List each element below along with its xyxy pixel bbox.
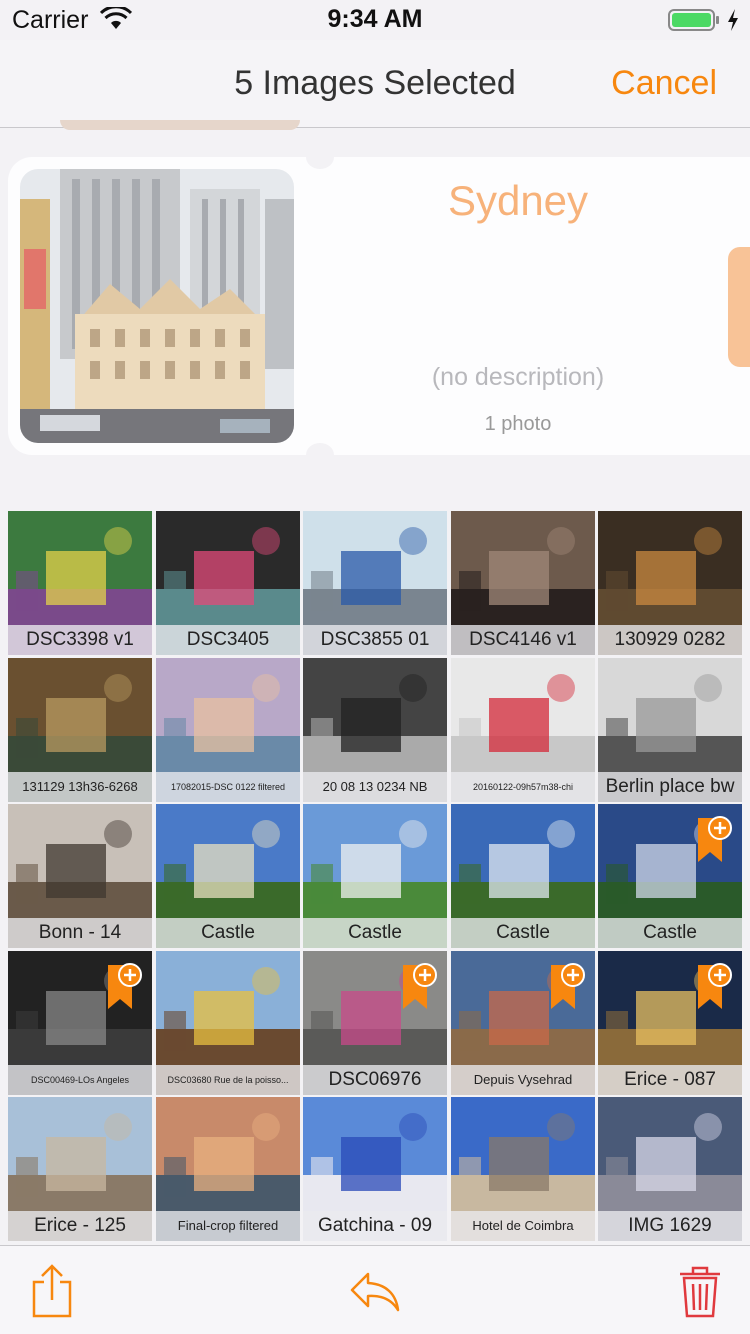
- selected-bookmark-icon: [551, 963, 585, 1009]
- photo-tile[interactable]: DSC03680 Rue de la poisso...: [156, 951, 300, 1095]
- photo-caption: 130929 0282: [598, 625, 742, 655]
- photo-caption: DSC00469-LOs Angeles: [8, 1065, 152, 1095]
- clock: 9:34 AM: [327, 5, 423, 33]
- charging-icon: [728, 9, 738, 31]
- photo-caption: 17082015-DSC 0122 filtered: [156, 772, 300, 802]
- photo-tile[interactable]: Castle: [451, 804, 595, 948]
- previous-album-card-edge: [60, 120, 300, 130]
- photo-caption: DSC06976: [303, 1065, 447, 1095]
- photo-caption: Erice - 087: [598, 1065, 742, 1095]
- album-description: (no description): [431, 363, 605, 391]
- photo-tile[interactable]: Castle: [598, 804, 742, 948]
- status-bar: Carrier 9:34 AM: [0, 0, 750, 40]
- photo-tile[interactable]: Erice - 087: [598, 951, 742, 1095]
- selected-bookmark-icon: [698, 816, 732, 862]
- album-title: Sydney: [447, 177, 589, 224]
- sydney-building-photo: [20, 169, 294, 443]
- photo-tile[interactable]: IMG 1629: [598, 1097, 742, 1241]
- photo-tile[interactable]: Gatchina - 09: [303, 1097, 447, 1241]
- photo-tile[interactable]: Berlin place bw: [598, 658, 742, 802]
- photo-caption: IMG 1629: [598, 1211, 742, 1241]
- cancel-button[interactable]: Cancel: [611, 64, 717, 103]
- photo-caption: Hotel de Coimbra: [451, 1211, 595, 1241]
- photo-caption: Castle: [156, 918, 300, 948]
- photo-caption: 20 08 13 0234 NB: [303, 772, 447, 802]
- photo-tile[interactable]: DSC3398 v1: [8, 511, 152, 655]
- photo-tile[interactable]: Depuis Vysehrad: [451, 951, 595, 1095]
- photo-tile[interactable]: Erice - 125: [8, 1097, 152, 1241]
- card-notch: [306, 145, 334, 169]
- photo-caption: DSC3855 01: [303, 625, 447, 655]
- photo-tile[interactable]: 20 08 13 0234 NB: [303, 658, 447, 802]
- photo-tile[interactable]: 130929 0282: [598, 511, 742, 655]
- photo-tile[interactable]: Castle: [303, 804, 447, 948]
- trash-icon[interactable]: [678, 1264, 722, 1318]
- share-icon[interactable]: [30, 1264, 74, 1318]
- selected-bookmark-icon: [108, 963, 142, 1009]
- photo-caption: DSC4146 v1: [451, 625, 595, 655]
- photo-caption: DSC3405: [156, 625, 300, 655]
- photo-tile[interactable]: DSC00469-LOs Angeles: [8, 951, 152, 1095]
- album-card[interactable]: Sydney (no description) 1 photo: [8, 145, 750, 467]
- album-drag-handle[interactable]: [728, 247, 750, 367]
- battery-icon: [668, 9, 719, 31]
- selected-bookmark-icon: [403, 963, 437, 1009]
- photo-tile[interactable]: Castle: [156, 804, 300, 948]
- photo-caption: Castle: [303, 918, 447, 948]
- navigation-bar: 5 Images Selected Cancel: [0, 40, 750, 128]
- selected-bookmark-icon: [698, 963, 732, 1009]
- photo-tile[interactable]: DSC06976: [303, 951, 447, 1095]
- photo-tile[interactable]: 17082015-DSC 0122 filtered: [156, 658, 300, 802]
- photo-caption: Final-crop filtered: [156, 1211, 300, 1241]
- photo-tile[interactable]: Bonn - 14: [8, 804, 152, 948]
- card-notch: [306, 443, 334, 467]
- photo-caption: Castle: [598, 918, 742, 948]
- photo-caption: Castle: [451, 918, 595, 948]
- photo-tile[interactable]: Hotel de Coimbra: [451, 1097, 595, 1241]
- photo-tile[interactable]: DSC3405: [156, 511, 300, 655]
- photo-caption: DSC03680 Rue de la poisso...: [156, 1065, 300, 1095]
- photo-caption: Gatchina - 09: [303, 1211, 447, 1241]
- photo-grid: DSC3398 v1 DSC3405 DSC3855 01 DSC4146 v1 130…: [8, 511, 750, 1245]
- photo-tile[interactable]: Final-crop filtered: [156, 1097, 300, 1241]
- album-photo-count: 1 photo: [484, 413, 552, 435]
- photo-tile[interactable]: 20160122-09h57m38-chi: [451, 658, 595, 802]
- reply-icon[interactable]: [348, 1270, 402, 1312]
- photo-caption: 131129 13h36-6268: [8, 772, 152, 802]
- photo-caption: Depuis Vysehrad: [451, 1065, 595, 1095]
- photo-caption: Berlin place bw: [598, 772, 742, 802]
- photo-caption: Bonn - 14: [8, 918, 152, 948]
- photo-tile[interactable]: 131129 13h36-6268: [8, 658, 152, 802]
- album-cover-image[interactable]: [20, 169, 294, 443]
- photo-caption: Erice - 125: [8, 1211, 152, 1241]
- photo-tile[interactable]: DSC3855 01: [303, 511, 447, 655]
- photo-tile[interactable]: DSC4146 v1: [451, 511, 595, 655]
- bottom-toolbar: [0, 1245, 750, 1334]
- photo-caption: 20160122-09h57m38-chi: [451, 772, 595, 802]
- photo-caption: DSC3398 v1: [8, 625, 152, 655]
